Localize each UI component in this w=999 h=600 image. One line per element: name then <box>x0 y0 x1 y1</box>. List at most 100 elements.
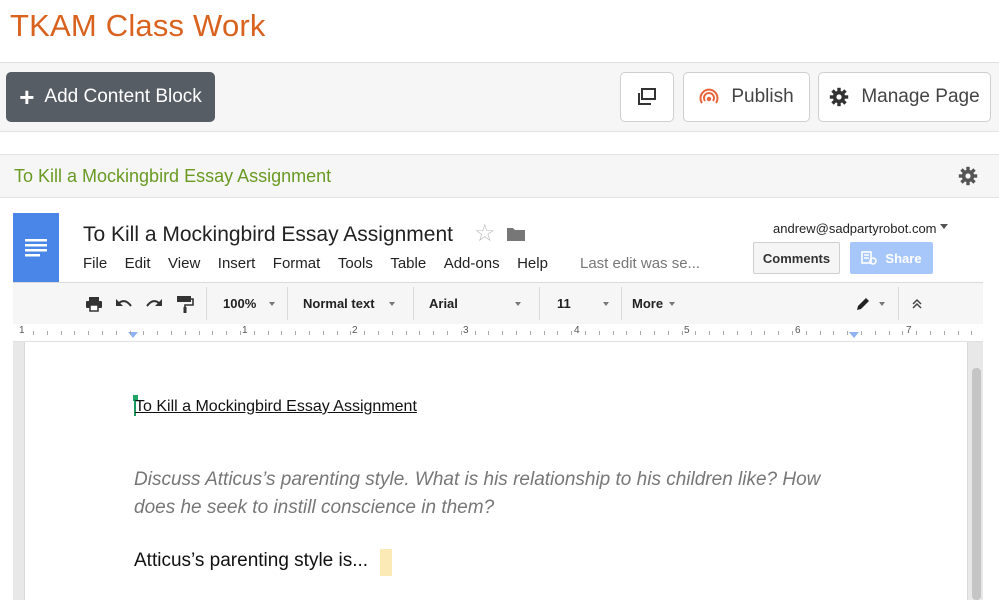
font-size-select[interactable]: 11 <box>557 283 571 324</box>
ruler-tick <box>571 331 573 335</box>
content-block-header: To Kill a Mockingbird Essay Assignment <box>0 154 999 198</box>
site-title: TKAM Class Work <box>10 8 266 43</box>
menu-format[interactable]: Format <box>273 255 321 272</box>
essay-prompt[interactable]: Discuss Atticus’s parenting style. What … <box>134 466 854 522</box>
print-icon[interactable] <box>85 283 103 324</box>
ruler-tick <box>585 331 586 335</box>
ruler-tick <box>598 331 600 335</box>
gear-icon <box>830 87 849 107</box>
ruler-tick <box>267 331 269 335</box>
more-button[interactable]: More <box>632 283 663 324</box>
share-button[interactable]: Share <box>850 242 933 274</box>
ruler-tick <box>612 331 614 335</box>
manage-page-label: Manage Page <box>861 86 980 107</box>
style-dropdown-icon[interactable] <box>389 302 395 306</box>
ruler-tick <box>74 331 76 335</box>
ruler-tick <box>516 331 517 335</box>
ruler-tick <box>33 331 34 335</box>
menu-view[interactable]: View <box>168 255 200 272</box>
scrollbar[interactable] <box>972 368 981 600</box>
menu-tools[interactable]: Tools <box>338 255 373 272</box>
ruler-tick <box>819 331 821 335</box>
docs-menu-bar: File Edit View Insert Format Tools Table… <box>83 255 565 272</box>
zoom-select[interactable]: 100% <box>223 283 256 324</box>
document-heading[interactable]: To Kill a Mockingbird Essay Assignment <box>135 398 417 416</box>
menu-edit[interactable]: Edit <box>125 255 151 272</box>
manage-page-button[interactable]: Manage Page <box>818 72 991 122</box>
content-block-title: To Kill a Mockingbird Essay Assignment <box>14 166 332 186</box>
ruler-tick <box>640 331 642 335</box>
ruler-label: 2 <box>352 325 358 336</box>
star-icon[interactable]: ☆ <box>474 222 496 246</box>
zoom-dropdown-icon[interactable] <box>269 302 275 306</box>
menu-help[interactable]: Help <box>517 255 548 272</box>
ruler-tick <box>861 331 862 335</box>
ruler-label: 6 <box>795 325 801 336</box>
ruler-tick <box>143 331 145 335</box>
docs-logo-icon[interactable] <box>13 213 59 282</box>
ruler-tick <box>240 331 241 335</box>
redo-icon[interactable] <box>145 283 163 324</box>
ruler-tick <box>902 331 904 335</box>
more-dropdown-icon[interactable] <box>669 302 675 306</box>
font-select[interactable]: Arial <box>429 283 458 324</box>
menu-add-ons[interactable]: Add-ons <box>444 255 500 272</box>
open-window-button[interactable] <box>620 72 674 122</box>
size-dropdown-icon[interactable] <box>603 302 609 306</box>
font-dropdown-icon[interactable] <box>515 302 521 306</box>
formatting-toolbar: 100% Normal text Arial 11 More <box>13 282 983 325</box>
ruler-tick <box>778 331 780 335</box>
publish-button[interactable]: Publish <box>683 72 810 122</box>
menu-table[interactable]: Table <box>390 255 426 272</box>
ruler-tick <box>405 331 407 335</box>
essay-answer[interactable]: Atticus’s parenting style is... <box>134 550 368 572</box>
ruler-tick <box>336 331 338 335</box>
ruler-tick <box>460 331 462 335</box>
menu-file[interactable]: File <box>83 255 107 272</box>
ruler-tick <box>764 331 766 335</box>
menu-insert[interactable]: Insert <box>218 255 256 272</box>
ruler-tick <box>474 331 476 335</box>
ruler-tick <box>184 331 186 335</box>
collapse-chevron-icon[interactable] <box>911 283 923 324</box>
ruler-label: 3 <box>463 325 469 336</box>
ruler-tick <box>667 331 669 335</box>
ruler-tick <box>543 331 545 335</box>
plus-icon: + <box>19 82 35 112</box>
block-settings-gear-icon[interactable] <box>958 166 978 186</box>
ruler-tick <box>102 331 103 335</box>
add-content-block-button[interactable]: + Add Content Block <box>6 72 215 122</box>
window-icon <box>638 88 656 105</box>
account-email[interactable]: andrew@sadpartyrobot.com <box>773 221 937 236</box>
ruler-tick <box>654 331 655 335</box>
editing-mode-dropdown-icon[interactable] <box>879 302 885 306</box>
ruler-tick <box>681 331 683 335</box>
ruler-tick <box>723 331 724 335</box>
ruler-tick <box>626 331 628 335</box>
ruler-tick <box>253 331 255 335</box>
ruler-tick <box>378 331 379 335</box>
ruler-tick <box>874 331 876 335</box>
right-indent-marker[interactable] <box>849 332 859 338</box>
paragraph-style-select[interactable]: Normal text <box>303 283 375 324</box>
share-label: Share <box>885 250 922 266</box>
ruler-tick <box>115 331 117 335</box>
editing-mode-pencil-icon[interactable] <box>855 283 871 324</box>
comments-button[interactable]: Comments <box>753 242 840 274</box>
ruler-label: 1 <box>19 325 25 336</box>
ruler-tick <box>943 331 945 335</box>
ruler-label: 1 <box>242 325 248 336</box>
folder-icon[interactable] <box>506 226 526 242</box>
last-edit-link[interactable]: Last edit was se... <box>580 255 700 272</box>
ruler-tick <box>226 331 228 335</box>
ruler-tick <box>695 331 697 335</box>
ruler-tick <box>957 331 959 335</box>
text-highlight <box>380 549 392 576</box>
undo-icon[interactable] <box>115 283 133 324</box>
account-caret-icon[interactable] <box>940 224 948 229</box>
ruler-tick <box>750 331 752 335</box>
ruler-tick <box>502 331 504 335</box>
document-title[interactable]: To Kill a Mockingbird Essay Assignment <box>83 223 453 247</box>
paint-format-icon[interactable] <box>176 283 194 324</box>
ruler[interactable]: 1 1 2 3 4 5 6 7 <box>13 324 983 342</box>
